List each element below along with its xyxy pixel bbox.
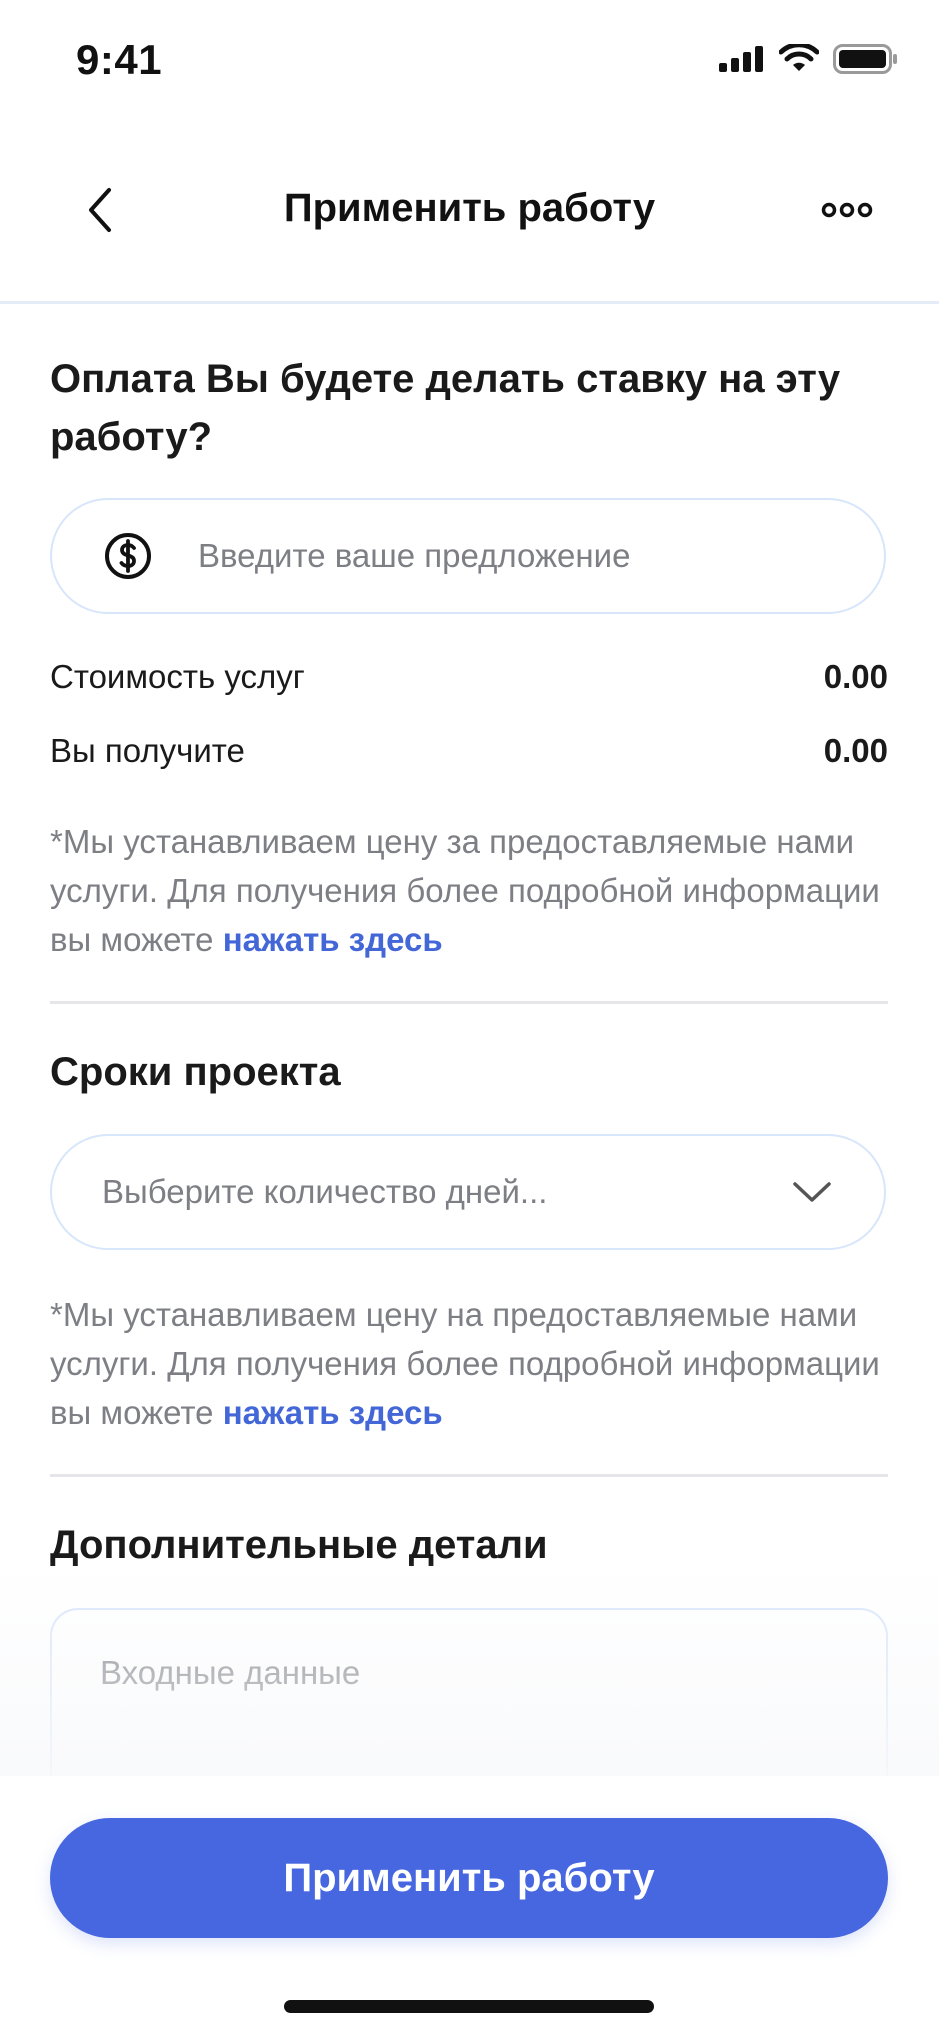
- timeline-note-link[interactable]: нажать здесь: [223, 1394, 443, 1431]
- more-dots-icon: [821, 202, 873, 218]
- footer: Применить работу: [0, 1776, 939, 2033]
- section-divider: [50, 1474, 888, 1477]
- home-indicator: [284, 2000, 654, 2013]
- header-divider: [0, 301, 939, 304]
- status-icons: [719, 44, 899, 74]
- timeline-note-text: *Мы устанавливаем цену на предоставляемы…: [50, 1296, 880, 1431]
- payment-note: *Мы устанавливаем цену за предоставляемы…: [50, 817, 886, 964]
- days-select[interactable]: Выберите количество дней...: [50, 1134, 886, 1250]
- chevron-down-icon: [793, 1182, 831, 1202]
- payment-note-text: *Мы устанавливаем цену за предоставляемы…: [50, 823, 880, 958]
- header: Применить работу: [0, 140, 939, 280]
- bid-input-placeholder: Введите ваше предложение: [198, 537, 631, 574]
- payment-note-link[interactable]: нажать здесь: [223, 921, 443, 958]
- battery-icon: [833, 44, 897, 74]
- service-cost-row: Стоимость услуг 0.00: [50, 658, 888, 696]
- dollar-circle-icon: [105, 533, 151, 579]
- signal-icon: [719, 46, 763, 72]
- days-select-placeholder: Выберите количество дней...: [102, 1173, 548, 1210]
- service-cost-value: 0.00: [823, 658, 888, 695]
- more-button[interactable]: [815, 190, 879, 230]
- submit-button[interactable]: Применить работу: [50, 1818, 888, 1938]
- payment-section-title: Оплата Вы будете делать ставку на эту ра…: [50, 357, 841, 459]
- status-bar: 9:41: [0, 0, 939, 120]
- bid-input[interactable]: Введите ваше предложение: [50, 498, 886, 614]
- details-textarea-placeholder: Входные данные: [100, 1654, 361, 1691]
- you-receive-label: Вы получите: [50, 732, 245, 769]
- page-title: Применить работу: [283, 186, 656, 230]
- section-divider: [50, 1001, 888, 1004]
- details-section-title: Дополнительные детали: [50, 1523, 548, 1567]
- service-cost-label: Стоимость услуг: [50, 658, 305, 695]
- you-receive-row: Вы получите 0.00: [50, 732, 888, 770]
- you-receive-value: 0.00: [823, 732, 888, 769]
- timeline-section-title: Сроки проекта: [50, 1050, 341, 1094]
- timeline-note: *Мы устанавливаем цену на предоставляемы…: [50, 1290, 886, 1437]
- status-time: 9:41: [76, 36, 163, 83]
- wifi-icon: [779, 44, 819, 71]
